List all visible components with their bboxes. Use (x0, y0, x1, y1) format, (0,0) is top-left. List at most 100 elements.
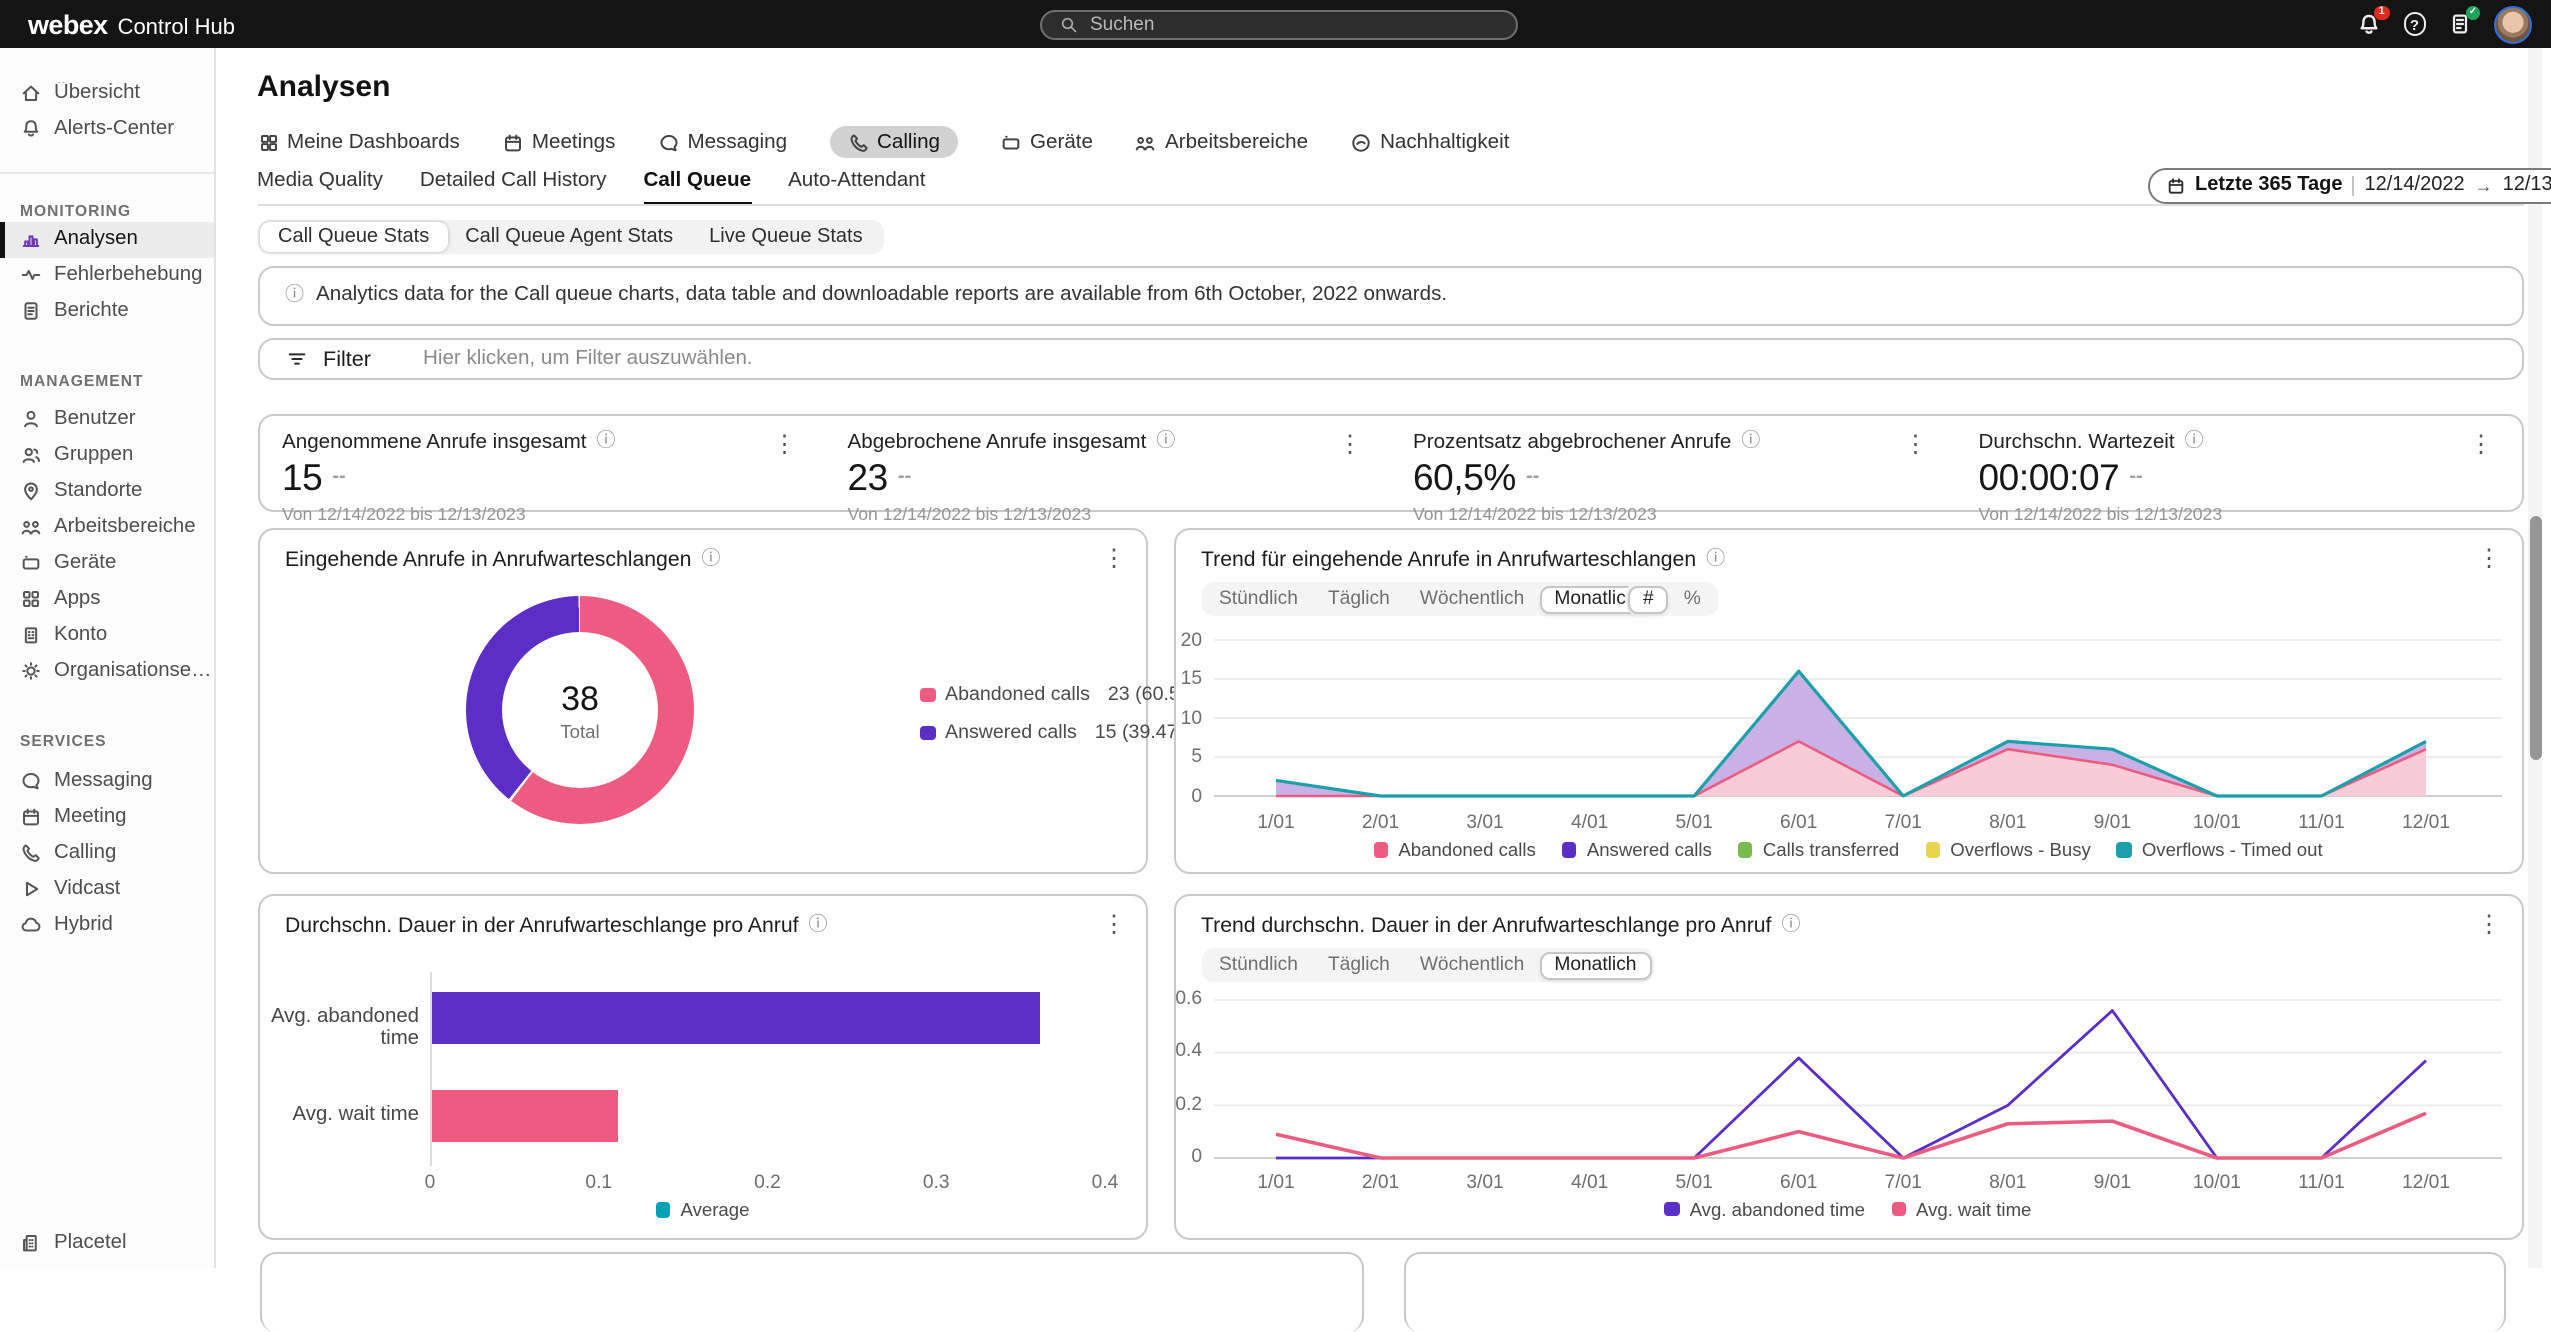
phone-icon (847, 131, 869, 153)
sidebar-item-vidcast[interactable]: Vidcast (0, 870, 214, 906)
info-icon[interactable] (1781, 917, 1800, 936)
interval-toggle-group: Stündlich Täglich Wöchentlich Monatlich (1201, 948, 1654, 982)
filter-bar[interactable]: Filter Hier klicken, um Filter auszuwähl… (257, 338, 2523, 380)
user-avatar[interactable] (2494, 5, 2532, 43)
help-button[interactable]: ? (2403, 13, 2426, 36)
info-icon[interactable] (2185, 433, 2204, 452)
sidebar-divider (0, 171, 214, 173)
date-end[interactable]: 12/13/2023 (2503, 174, 2551, 196)
info-icon[interactable] (1741, 433, 1760, 452)
app-window: webex Control Hub Suchen 1 ? ✓ Übersicht (0, 0, 2551, 1268)
info-icon[interactable] (1706, 551, 1725, 570)
toggle-monatlich[interactable]: Monatlich (1539, 951, 1651, 979)
info-icon[interactable] (1156, 433, 1175, 452)
kebab-menu[interactable] (773, 431, 797, 455)
date-range-picker[interactable]: Letzte 365 Tage 12/14/2022 → 12/13/2023 (2147, 167, 2551, 203)
toggle-count[interactable]: # (1628, 585, 1669, 613)
card-incoming-calls-donut: Eingehende Anrufe in Anrufwarteschlangen… (257, 528, 1148, 873)
subtab-call-queue[interactable]: Call Queue (643, 170, 751, 206)
search-placeholder: Suchen (1090, 13, 1154, 35)
legend-item: Answered calls15 (39.47%) (920, 722, 1215, 744)
info-icon[interactable] (597, 433, 616, 452)
tab-arbeitsbereiche[interactable]: Arbeitsbereiche (1135, 126, 1308, 158)
sidebar-item-gruppen[interactable]: Gruppen (0, 436, 214, 472)
webex-logo: webex Control Hub (0, 9, 235, 39)
chart-legend: Average (259, 1200, 1146, 1220)
notifications-button[interactable]: 1 (2355, 11, 2381, 37)
sidebar-item-standorte[interactable]: Standorte (0, 472, 214, 508)
vertical-scrollbar[interactable] (2528, 48, 2542, 1268)
toggle-taeglich[interactable]: Täglich (1313, 585, 1405, 613)
gear-icon (20, 659, 42, 681)
tasks-button[interactable]: ✓ (2448, 12, 2472, 36)
subtab-media-quality[interactable]: Media Quality (257, 170, 383, 206)
tab-meetings[interactable]: Meetings (502, 126, 616, 158)
toggle-woechentlich[interactable]: Wöchentlich (1405, 585, 1540, 613)
sidebar-item-konto[interactable]: Konto (0, 616, 214, 652)
check-badge-icon: ✓ (2466, 5, 2480, 19)
toggle-woechentlich[interactable]: Wöchentlich (1405, 951, 1540, 979)
toggle-taeglich[interactable]: Täglich (1313, 951, 1405, 979)
kebab-menu[interactable] (1102, 546, 1126, 570)
apps-grid-icon (20, 587, 42, 609)
sidebar-item-alerts-center[interactable]: Alerts-Center (0, 111, 214, 147)
kpi-value: 23 (848, 455, 888, 499)
kebab-menu[interactable] (1102, 912, 1126, 936)
sidebar-item-meeting[interactable]: Meeting (0, 798, 214, 834)
kebab-menu[interactable] (2477, 912, 2501, 936)
view-live-queue-stats[interactable]: Live Queue Stats (691, 221, 880, 251)
sidebar-item-arbeitsbereiche[interactable]: Arbeitsbereiche (0, 508, 214, 544)
subtab-detailed-call-history[interactable]: Detailed Call History (420, 170, 607, 206)
sidebar-item-organisationseinstellungen[interactable]: Organisationseinstellun... (0, 652, 214, 688)
kebab-menu[interactable] (1904, 431, 1928, 455)
kpi-strip: Angenommene Anrufe insgesamt 15-- Von 12… (257, 413, 2523, 511)
subtab-auto-attendant[interactable]: Auto-Attendant (788, 170, 925, 206)
tab-calling[interactable]: Calling (829, 126, 958, 158)
pulse-icon (20, 264, 42, 286)
legend-item: Calls transferred (1738, 840, 1899, 860)
kpi-period: Von 12/14/2022 bis 12/13/2023 (282, 503, 825, 523)
view-call-queue-stats[interactable]: Call Queue Stats (260, 221, 447, 251)
tab-nachhaltigkeit[interactable]: Nachhaltigkeit (1350, 126, 1509, 158)
sidebar-item-messaging[interactable]: Messaging (0, 762, 214, 798)
sidebar-item-hybrid[interactable]: Hybrid (0, 906, 214, 942)
kebab-menu[interactable] (2477, 546, 2501, 570)
tab-messaging[interactable]: Messaging (657, 126, 787, 158)
sidebar-item-berichte[interactable]: Berichte (0, 293, 214, 329)
tab-geraete[interactable]: Geräte (1000, 126, 1093, 158)
toggle-stuendlich[interactable]: Stündlich (1204, 951, 1313, 979)
kebab-menu[interactable] (2469, 431, 2493, 455)
date-start[interactable]: 12/14/2022 (2364, 174, 2464, 196)
filter-icon (285, 348, 307, 370)
cloud-icon (20, 913, 42, 935)
sidebar-item-analysen[interactable]: Analysen (0, 221, 214, 257)
toggle-stuendlich[interactable]: Stündlich (1204, 585, 1313, 613)
card-avg-queue-duration: Durchschn. Dauer in der Anrufwarteschlan… (257, 894, 1148, 1240)
legend-item: Abandoned calls23 (60.53%) (920, 684, 1215, 706)
bar-category-label: Avg. abandoned time (267, 1006, 419, 1050)
sidebar-item-calling[interactable]: Calling (0, 834, 214, 870)
calendar-icon (20, 805, 42, 827)
sidebar-item-geraete[interactable]: Geräte (0, 544, 214, 580)
kebab-menu[interactable] (1338, 431, 1362, 455)
donut-total-value: 38 (561, 679, 599, 719)
info-icon[interactable] (701, 551, 720, 570)
kpi-durchschn-wartezeit: Durchschn. Wartezeit 00:00:07-- Von 12/1… (1956, 415, 2522, 523)
kpi-period: Von 12/14/2022 bis 12/13/2023 (1413, 503, 1956, 523)
view-call-queue-agent-stats[interactable]: Call Queue Agent Stats (447, 221, 691, 251)
person-icon (20, 407, 42, 429)
sidebar-item-placetel[interactable]: Placetel (0, 1224, 214, 1260)
scrollbar-thumb[interactable] (2529, 516, 2541, 760)
sustainability-icon (1350, 131, 1372, 153)
sidebar-item-fehlerbehebung[interactable]: Fehlerbehebung (0, 257, 214, 293)
info-icon[interactable] (809, 917, 828, 936)
tab-meine-dashboards[interactable]: Meine Dashboards (257, 126, 460, 158)
device-icon (1000, 131, 1022, 153)
placetel-building-icon (20, 1231, 42, 1253)
toggle-percent[interactable]: % (1669, 585, 1716, 613)
sidebar-item-benutzer[interactable]: Benutzer (0, 400, 214, 436)
search-input[interactable]: Suchen (1040, 9, 1518, 39)
sidebar-item-uebersicht[interactable]: Übersicht (0, 75, 214, 111)
calling-subtabs: Media Quality Detailed Call History Call… (257, 170, 925, 206)
sidebar-item-apps[interactable]: Apps (0, 580, 214, 616)
